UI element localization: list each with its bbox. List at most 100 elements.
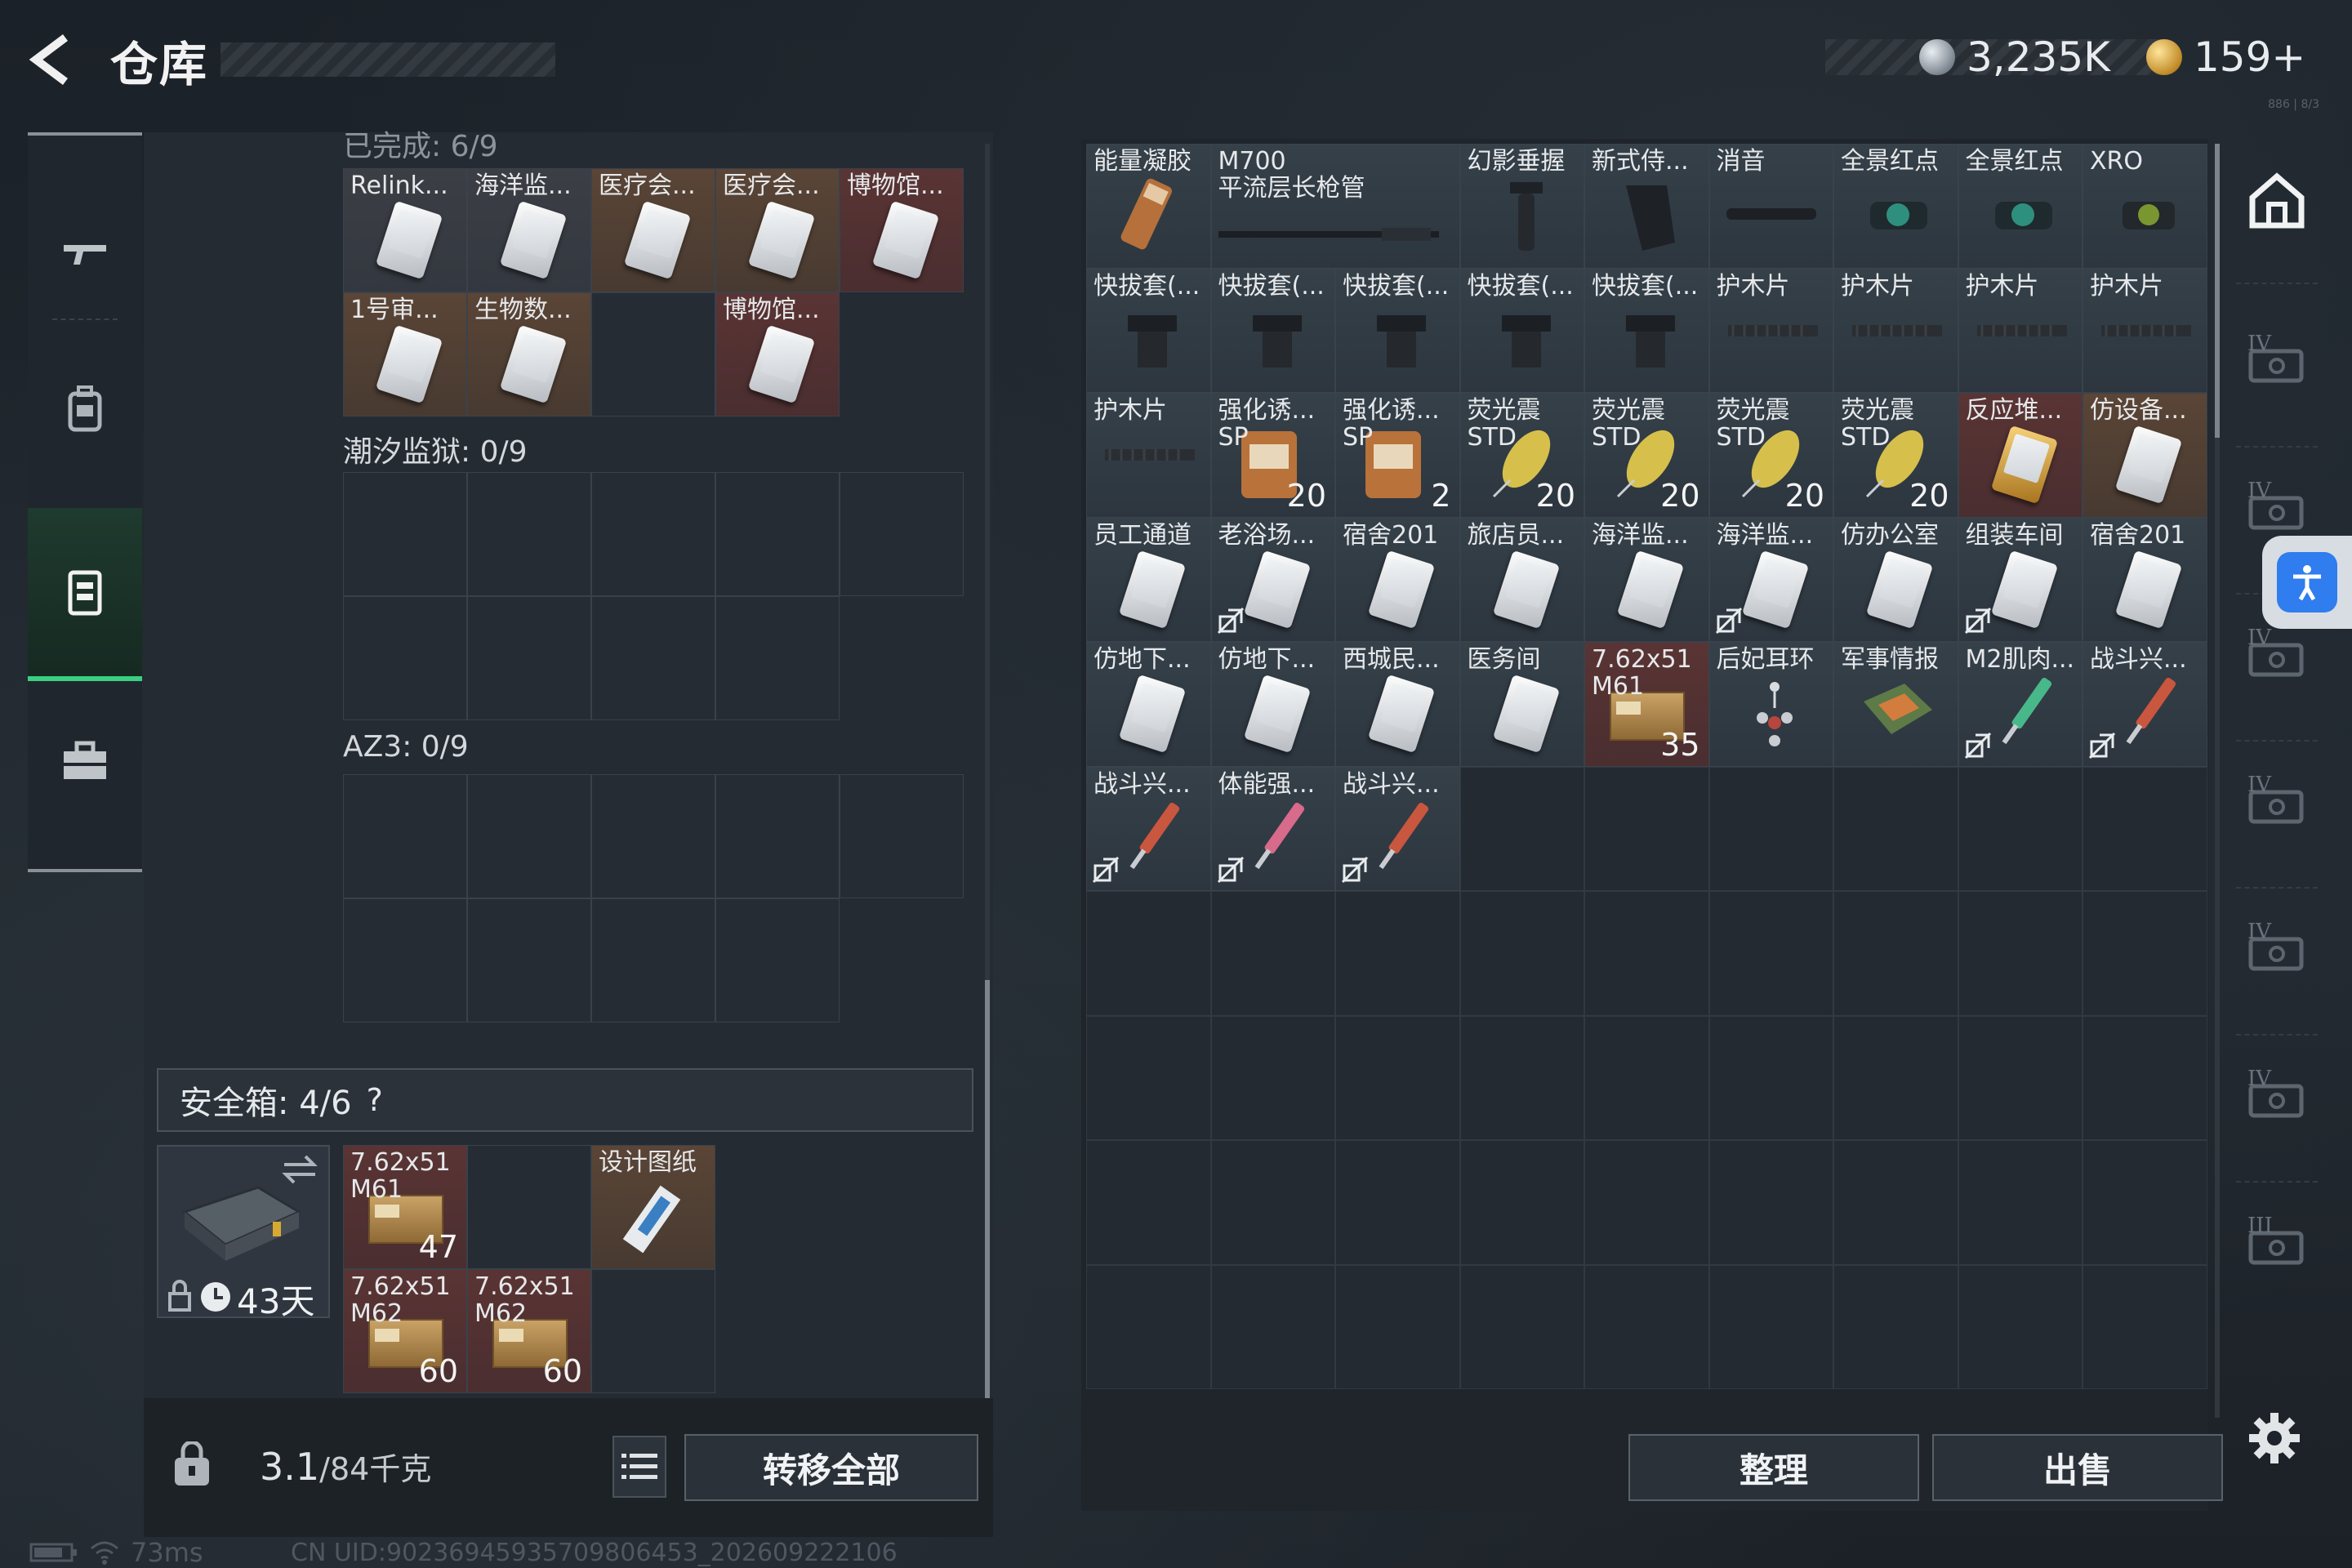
empty-slot[interactable] [1210,1140,1335,1265]
item-slot[interactable]: 宿舍201 [2082,517,2207,642]
item-slot[interactable]: 反应堆... [1958,393,2082,518]
empty-slot[interactable] [1335,1264,1460,1389]
backpack-scroll-thumb[interactable] [985,980,990,1405]
item-slot[interactable]: 旅店员... [1459,517,1584,642]
empty-slot[interactable] [1958,766,2082,891]
empty-slot[interactable] [1958,1264,2082,1389]
empty-slot[interactable] [1708,766,1833,891]
swap-icon[interactable] [281,1153,318,1186]
item-slot[interactable]: 1号审... [343,292,467,416]
item-slot[interactable]: 组装车间 [1958,517,2082,642]
empty-slot[interactable] [1086,1140,1211,1265]
nav-item-backpack[interactable] [28,343,142,474]
empty-slot[interactable] [343,774,467,898]
item-slot[interactable]: 7.62x51 M61 35 [1584,642,1709,767]
empty-slot[interactable] [1958,1140,2082,1265]
empty-slot[interactable] [2082,1140,2207,1265]
empty-slot[interactable] [467,596,591,720]
nav-item-weapons[interactable] [28,206,142,304]
item-slot[interactable]: 生物数... [467,292,591,416]
item-slot[interactable]: M700 平流层长枪管 [1210,144,1460,269]
item-slot[interactable]: 全景红点 [1958,144,2082,269]
stash-tab-7[interactable]: IV [2236,1050,2318,1148]
item-slot[interactable]: 护木片 [2082,268,2207,393]
empty-slot[interactable] [1584,891,1709,1016]
empty-slot[interactable] [2082,1015,2207,1140]
accessibility-button[interactable] [2262,536,2352,629]
item-slot[interactable]: 宿舍201 [1335,517,1460,642]
item-slot[interactable]: 医务间 [1459,642,1584,767]
stash-tab-2[interactable]: IV [2236,315,2318,413]
empty-slot[interactable] [1210,1264,1335,1389]
item-slot[interactable]: 护木片 [1708,268,1833,393]
item-slot[interactable]: 7.62x51 M62 60 [343,1269,467,1393]
item-slot[interactable]: 快拔套(... [1584,268,1709,393]
item-slot[interactable]: 医疗会... [591,168,715,292]
silver-currency[interactable]: 3,235K [1919,33,2110,82]
item-slot[interactable]: 强化诱... SP 2 [1335,393,1460,518]
empty-slot[interactable] [1210,1015,1335,1140]
empty-slot[interactable] [715,596,840,720]
sell-button[interactable]: 出售 [1932,1434,2223,1501]
empty-slot[interactable] [1086,1015,1211,1140]
stash-tab-8[interactable]: III [2236,1197,2318,1295]
empty-slot[interactable] [715,774,840,898]
empty-slot[interactable] [1459,1015,1584,1140]
item-slot[interactable]: 海洋监... [467,168,591,292]
stash-tab-5[interactable]: IV [2236,756,2318,854]
empty-slot[interactable] [467,472,591,596]
empty-slot[interactable] [2082,891,2207,1016]
empty-slot[interactable] [1335,1015,1460,1140]
item-slot[interactable]: 能量凝胶 [1086,144,1211,269]
empty-slot[interactable] [591,774,715,898]
empty-slot[interactable] [1708,891,1833,1016]
item-slot[interactable]: 军事情报 [1833,642,1958,767]
item-slot[interactable]: 强化诱... SP 20 [1210,393,1335,518]
item-slot[interactable]: 快拔套(... [1459,268,1584,393]
item-slot[interactable]: 西城民... [1335,642,1460,767]
empty-slot[interactable] [1833,766,1958,891]
empty-slot[interactable] [1708,1264,1833,1389]
empty-slot[interactable] [1584,1015,1709,1140]
back-arrow-icon[interactable] [24,31,82,88]
empty-slot[interactable] [1708,1015,1833,1140]
item-slot[interactable]: 博物馆... [715,292,840,416]
empty-slot[interactable] [1086,1264,1211,1389]
stash-scroll-thumb[interactable] [2215,144,2220,438]
safe-box-container[interactable]: 43天 [157,1145,330,1321]
item-slot[interactable]: 护木片 [1833,268,1958,393]
empty-slot[interactable] [1958,1015,2082,1140]
empty-slot[interactable] [343,898,467,1022]
item-slot[interactable]: 护木片 [1958,268,2082,393]
item-slot[interactable]: 消音 [1708,144,1833,269]
empty-slot[interactable] [467,1145,591,1269]
empty-slot[interactable] [840,292,964,416]
item-slot[interactable]: M2肌肉... [1958,642,2082,767]
empty-slot[interactable] [1210,891,1335,1016]
empty-slot[interactable] [1584,766,1709,891]
settings-gear-icon[interactable] [2247,1411,2301,1465]
empty-slot[interactable] [1958,891,2082,1016]
item-slot[interactable]: Relink... [343,168,467,292]
item-slot[interactable]: XRO [2082,144,2207,269]
empty-slot[interactable] [715,898,840,1022]
item-slot[interactable]: 老浴场... [1210,517,1335,642]
empty-slot[interactable] [2082,766,2207,891]
empty-slot[interactable] [591,898,715,1022]
gold-currency[interactable]: 159+ [2146,33,2305,82]
item-slot[interactable]: 博物馆... [840,168,964,292]
item-slot[interactable]: 快拔套(... [1335,268,1460,393]
empty-slot[interactable] [1459,1140,1584,1265]
empty-slot[interactable] [467,898,591,1022]
list-view-button[interactable] [612,1436,666,1498]
item-slot[interactable]: 幻影垂握 [1459,144,1584,269]
safe-box-help-button[interactable]: ? [367,1082,383,1118]
empty-slot[interactable] [591,1269,715,1393]
item-slot[interactable]: 仿设备... [2082,393,2207,518]
item-slot[interactable]: 荧光震 STD 20 [1459,393,1584,518]
empty-slot[interactable] [1833,1015,1958,1140]
empty-slot[interactable] [1708,1140,1833,1265]
lock-bag-icon[interactable] [168,1441,216,1489]
item-slot[interactable]: 护木片 [1086,393,1211,518]
item-slot[interactable]: 荧光震 STD 20 [1833,393,1958,518]
